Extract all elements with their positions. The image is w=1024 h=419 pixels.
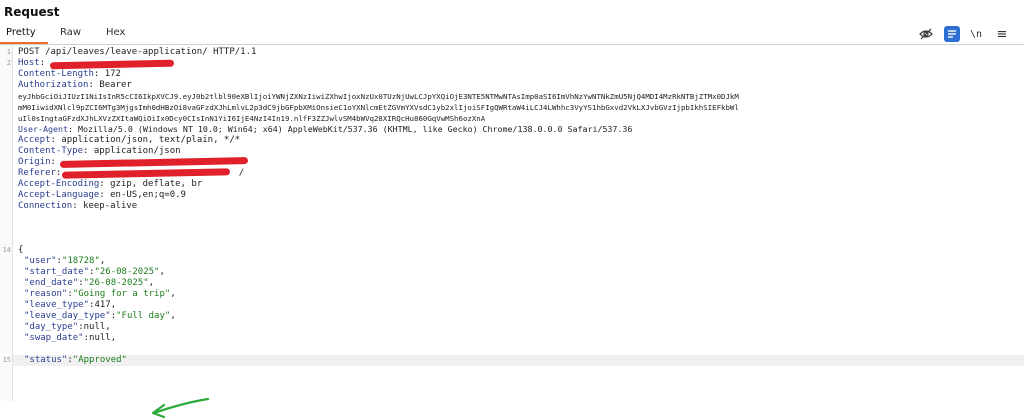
json-value: "Full day" [116,311,171,321]
json-comma: , [148,278,155,288]
header-value: / [233,168,245,178]
json-key: "end_date" [24,278,79,288]
header-name: Referer [18,168,56,178]
active-tab-indicator [0,42,48,44]
header-value: Mozilla/5.0 (Windows NT 10.0; Win64; x64… [72,124,633,134]
header-value: en-US,en;q=0.9 [104,190,186,200]
header-value: 172 [99,69,121,79]
header-connection: Connection: keep-alive [18,201,138,211]
json-value: "Approved" [72,355,127,365]
request-panel-title: Request [4,5,60,19]
json-key: "swap_date" [24,333,84,343]
json-field-end-date: "end_date":"26-08-2025", [24,278,155,288]
view-tab-bar: Pretty Raw Hex \n ≡ [0,24,1024,45]
json-key: "leave_type" [24,300,90,310]
header-host: Host: [18,58,46,68]
header-origin: Origin: [18,157,56,167]
line-number: 14 [2,246,11,254]
json-comma: , [110,333,117,343]
json-comma: , [105,322,111,332]
header-user-agent: User-Agent: Mozilla/5.0 (Windows NT 10.0… [18,124,633,134]
line-number: 2 [6,59,11,67]
json-comma: , [170,311,176,321]
header-accept-encoding: Accept-Encoding: gzip, deflate, br [18,179,203,189]
json-value: 417 [94,300,111,310]
header-name: Content-Length [18,69,94,79]
json-value: "26-08-2025" [94,267,160,277]
header-value: Bearer [93,80,132,90]
line-number-gutter: 1 2 14 15 [0,45,13,401]
newline-toggle[interactable]: \n [968,26,984,42]
header-value: application/json, text/plain, */* [55,135,241,145]
header-accept: Accept: application/json, text/plain, */… [18,135,241,145]
json-field-day-type: "day_type":null, [24,322,111,332]
tab-hex[interactable]: Hex [106,27,125,38]
json-field-status: "status":"Approved" [24,355,127,365]
json-field-leave-day-type: "leave_day_type":"Full day", [24,311,176,321]
header-accept-language: Accept-Language: en-US,en;q=0.9 [18,190,186,200]
json-value: null [83,322,106,332]
json-value: "18728" [61,256,100,266]
json-field-leave-type: "leave_type":417, [24,300,117,310]
bearer-token-line: mM0IiwidXNlcl9pZCI6MTg3MjgsImh0dHBzOi8va… [18,103,739,112]
json-field-start-date: "start_date":"26-08-2025", [24,267,165,277]
header-value: gzip, deflate, br [104,179,203,189]
tab-raw[interactable]: Raw [60,27,81,38]
json-open-brace: { [18,245,24,255]
header-content-type: Content-Type: application/json [18,146,181,156]
json-key: "user" [24,256,57,266]
json-field-reason: "reason":"Going for a trip", [24,289,176,299]
json-field-user: "user":"18728", [24,256,106,266]
bearer-token-line: uIl0sIngtaGFzdXJhLXVzZXItaWQiOiIx0Dcy0CI… [18,114,486,123]
header-name: Content-Type [18,146,84,156]
pretty-print-icon[interactable] [944,26,960,42]
json-comma: , [99,256,106,266]
json-key: "day_type" [24,322,79,332]
json-comma: , [159,267,165,277]
header-name: Connection [18,201,73,211]
json-comma: , [110,300,117,310]
json-field-swap-date: "swap_date":null, [24,333,117,343]
json-value: "26-08-2025" [83,278,149,288]
json-value: "Going for a trip" [72,289,171,299]
annotation-arrow-icon [151,397,210,419]
header-name: Authorization [18,80,89,90]
header-name: User-Agent [18,124,68,134]
header-name: Host [18,58,40,68]
redaction-mark [49,59,175,70]
bearer-token-line: eyJhbGciOiJIUzI1NiIsInR5cCI6IkpXVCJ9.eyJ… [18,92,739,101]
json-key: "leave_day_type" [24,311,111,321]
request-editor[interactable]: 1 2 14 15 POST /api/leaves/leave-applica… [0,45,1024,419]
request-line: POST /api/leaves/leave-application/ HTTP… [18,47,257,57]
json-key: "start_date" [24,267,90,277]
json-key: "status" [24,355,68,365]
menu-icon[interactable]: ≡ [994,26,1010,42]
json-key: "reason" [24,289,68,299]
header-name: Accept-Language [18,190,100,200]
header-name: Origin [18,157,51,167]
line-number: 15 [2,356,11,364]
header-authorization: Authorization: Bearer [18,80,132,90]
json-value: null [89,333,111,343]
header-name: Accept-Encoding [18,179,100,189]
json-comma: , [170,289,176,299]
line-number: 1 [6,48,11,56]
header-value: keep-alive [77,201,138,211]
current-line-highlight [13,355,1024,366]
redaction-mark [59,157,249,168]
hide-nonprintable-icon[interactable] [918,26,934,42]
tab-pretty[interactable]: Pretty [6,27,36,38]
header-content-length: Content-Length: 172 [18,69,121,79]
header-name: Accept [18,135,51,145]
editor-toolbar: \n ≡ [914,24,1024,44]
header-value: application/json [88,146,181,156]
